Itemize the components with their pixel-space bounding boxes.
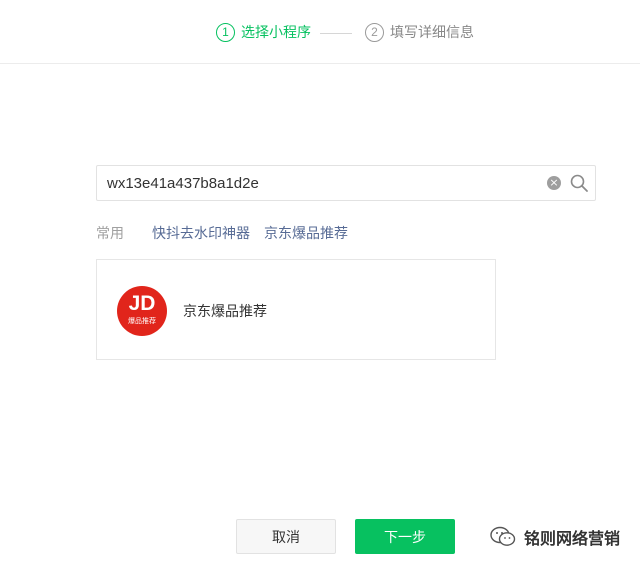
watermark-text: 铭则网络营销 — [524, 529, 621, 548]
step-label-1: 选择小程序 — [241, 25, 311, 41]
next-step-button[interactable]: 下一步 — [355, 519, 455, 554]
magnifier-icon[interactable] — [569, 173, 589, 193]
search-input[interactable] — [107, 166, 537, 200]
step-select-miniprogram: 1 选择小程序 — [216, 22, 311, 42]
miniprogram-name: 京东爆品推荐 — [183, 304, 267, 320]
miniprogram-result-card[interactable]: JD 爆品推荐 京东爆品推荐 — [96, 259, 496, 360]
cancel-button[interactable]: 取消 — [236, 519, 336, 554]
watermark: 铭则网络营销 — [490, 525, 620, 549]
step-label-2: 填写详细信息 — [390, 25, 474, 41]
step-fill-details: 2 填写详细信息 — [365, 22, 474, 42]
common-link-jd[interactable]: 京东爆品推荐 — [264, 223, 348, 243]
wechat-official-account-icon — [490, 526, 516, 546]
common-label: 常用 — [96, 226, 124, 242]
common-link-kuaidou[interactable]: 快抖去水印神器 — [152, 223, 250, 243]
step-number-1: 1 — [216, 22, 235, 42]
step-number-2: 2 — [365, 22, 384, 42]
common-shortcuts: 常用 快抖去水印神器 京东爆品推荐 — [96, 223, 362, 243]
step-connector-line — [320, 33, 352, 34]
jd-logo-icon: JD 爆品推荐 — [117, 286, 167, 336]
page: 1 选择小程序 2 填写详细信息 × 常用 快抖去水印神器 京东爆品推荐 JD … — [0, 0, 640, 565]
clear-circle-icon[interactable]: × — [547, 176, 561, 190]
stepper: 1 选择小程序 2 填写详细信息 — [0, 0, 640, 64]
logo-sub-text: 爆品推荐 — [128, 317, 156, 325]
logo-main-text: JD — [128, 292, 156, 315]
search-box: × — [96, 165, 596, 201]
